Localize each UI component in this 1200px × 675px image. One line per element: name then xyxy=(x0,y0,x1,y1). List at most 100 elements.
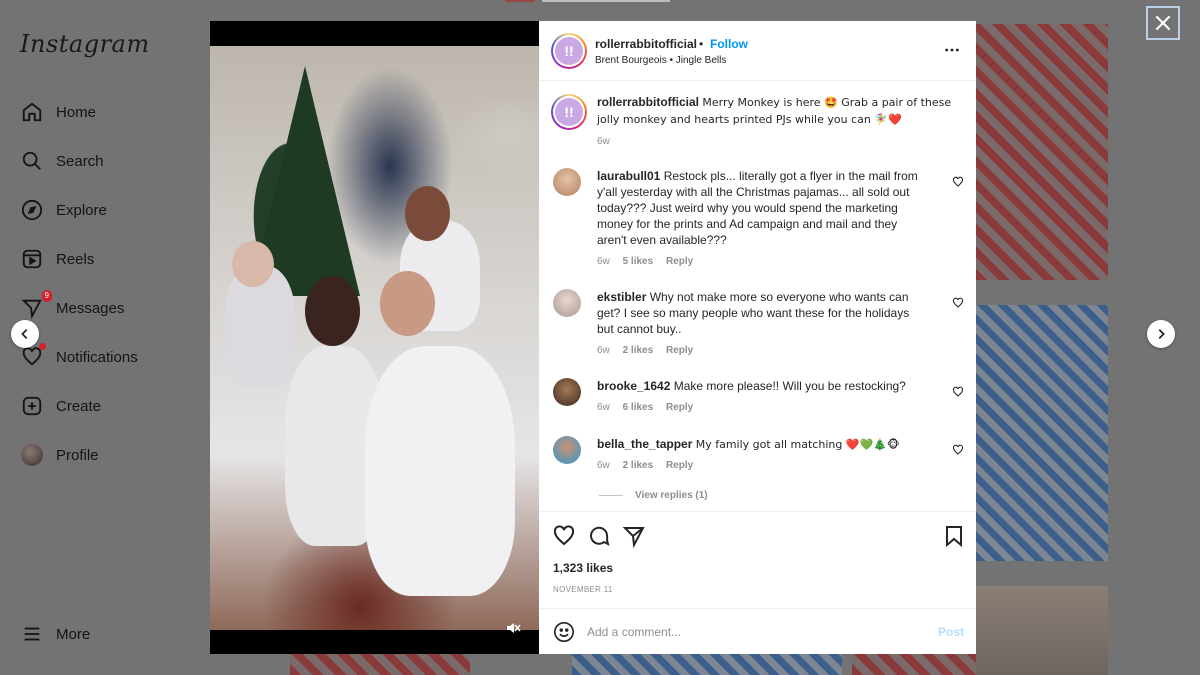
sidebar-item-explore[interactable]: Explore xyxy=(20,197,107,223)
sidebar-item-label: Messages xyxy=(56,299,125,317)
video-figure xyxy=(365,346,515,596)
commenter-avatar[interactable] xyxy=(553,378,581,406)
comment-username[interactable]: laurabull01 xyxy=(597,169,660,183)
sidebar-item-label: More xyxy=(56,625,91,643)
sidebar-item-search[interactable]: Search xyxy=(20,148,104,174)
comments-list[interactable]: !! rollerrabbitofficial Merry Monkey is … xyxy=(539,82,976,510)
grid-post-thumbnail[interactable] xyxy=(572,654,842,675)
mute-button[interactable] xyxy=(505,620,521,636)
comment-time[interactable]: 6w xyxy=(597,460,610,471)
view-replies-label: View replies (1) xyxy=(635,490,708,501)
commenter-avatar[interactable] xyxy=(553,436,581,464)
grid-post-thumbnail[interactable] xyxy=(290,654,470,675)
sidebar-item-profile[interactable]: Profile xyxy=(20,442,99,468)
comment-username[interactable]: brooke_1642 xyxy=(597,379,670,393)
next-post-button[interactable] xyxy=(1147,320,1175,348)
comment-username[interactable]: ekstibler xyxy=(597,290,646,304)
grid-post-thumbnail[interactable] xyxy=(976,305,1108,561)
author-username[interactable]: rollerrabbitofficial xyxy=(595,37,697,51)
speaker-muted-icon xyxy=(507,623,521,633)
video-figure xyxy=(305,276,360,346)
close-modal-button[interactable] xyxy=(1146,6,1180,40)
reply-button[interactable]: Reply xyxy=(666,402,693,413)
comment-likes[interactable]: 2 likes xyxy=(623,460,654,471)
comment-username[interactable]: bella_the_tapper xyxy=(597,437,692,451)
post-comment-button[interactable]: Post xyxy=(938,625,964,639)
author-avatar[interactable]: !! xyxy=(551,33,587,69)
grid-post-thumbnail[interactable] xyxy=(976,586,1108,675)
previous-post-button[interactable] xyxy=(11,320,39,348)
like-comment-heart-icon[interactable] xyxy=(952,297,964,309)
sidebar-item-reels[interactable]: Reels xyxy=(20,246,94,272)
video-figure xyxy=(380,271,435,336)
post-header: !! rollerrabbitofficial • Follow Brent B… xyxy=(539,21,976,81)
plus-square-icon xyxy=(20,394,44,418)
add-comment-bar: Post xyxy=(539,608,976,654)
video-figure xyxy=(232,241,274,287)
messages-badge: 9 xyxy=(41,290,52,302)
comment-likes[interactable]: 6 likes xyxy=(623,402,654,413)
like-comment-heart-icon[interactable] xyxy=(952,444,964,456)
chevron-right-icon xyxy=(1158,329,1165,339)
share-send-icon[interactable] xyxy=(622,524,646,548)
commenter-avatar[interactable] xyxy=(553,168,581,196)
comment-meta: 6w 2 likes Reply xyxy=(597,460,703,471)
sidebar-item-home[interactable]: Home xyxy=(20,99,96,125)
separator-dot: • xyxy=(699,37,704,51)
comment-time[interactable]: 6w xyxy=(597,345,610,356)
comment-bubble-icon[interactable] xyxy=(587,524,611,548)
reels-icon xyxy=(20,247,44,271)
caption-username[interactable]: rollerrabbitofficial xyxy=(597,95,699,109)
post-media[interactable] xyxy=(210,21,539,654)
comment-likes[interactable]: 5 likes xyxy=(623,256,654,267)
view-replies-button[interactable]: View replies (1) xyxy=(599,490,708,501)
like-heart-icon[interactable] xyxy=(552,524,576,548)
sidebar-item-label: Notifications xyxy=(56,348,138,366)
comment-body: ekstibler Why not make more so everyone … xyxy=(597,289,927,337)
more-options-button[interactable] xyxy=(943,41,961,59)
comment-meta: 6w 2 likes Reply xyxy=(597,345,703,356)
post-date[interactable]: NOVEMBER 11 xyxy=(553,585,613,594)
compass-icon xyxy=(20,198,44,222)
comment-body: bella_the_tapper My family got all match… xyxy=(597,436,927,453)
caption-time[interactable]: 6w xyxy=(597,136,610,147)
sidebar-item-more[interactable]: More xyxy=(20,621,90,647)
reply-button[interactable]: Reply xyxy=(666,345,693,356)
sidebar-item-label: Reels xyxy=(56,250,95,268)
sidebar-item-messages[interactable]: 9 Messages xyxy=(20,290,125,321)
close-icon xyxy=(1155,15,1171,31)
comment-text: My family got all matching ❤️💚🎄🐵 xyxy=(695,438,900,451)
emoji-smiley-icon[interactable] xyxy=(553,621,575,643)
post-actions: 1,323 likes NOVEMBER 11 xyxy=(539,511,976,607)
like-comment-heart-icon[interactable] xyxy=(952,176,964,188)
sidebar-item-create[interactable]: Create xyxy=(20,393,101,419)
audio-attribution[interactable]: Brent Bourgeois • Jingle Bells xyxy=(595,55,726,66)
post-video[interactable] xyxy=(210,46,539,633)
sidebar-item-notifications[interactable]: Notifications xyxy=(20,343,138,370)
reply-button[interactable]: Reply xyxy=(666,460,693,471)
comment-time[interactable]: 6w xyxy=(597,256,610,267)
comment-input[interactable] xyxy=(587,621,927,643)
instagram-logo[interactable]: Instagram xyxy=(20,30,150,58)
caption-meta: 6w xyxy=(597,136,620,147)
notification-dot xyxy=(39,343,46,350)
follow-button[interactable]: Follow xyxy=(710,37,748,51)
comment-likes[interactable]: 2 likes xyxy=(623,345,654,356)
author-avatar[interactable]: !! xyxy=(551,94,587,130)
save-bookmark-icon[interactable] xyxy=(942,524,966,548)
likes-count[interactable]: 1,323 likes xyxy=(553,561,613,575)
like-comment-heart-icon[interactable] xyxy=(952,386,964,398)
grid-post-thumbnail[interactable] xyxy=(852,654,976,675)
commenter-avatar[interactable] xyxy=(553,289,581,317)
hamburger-menu-icon xyxy=(20,622,44,646)
caption-body: rollerrabbitofficial Merry Monkey is her… xyxy=(597,94,957,128)
home-icon xyxy=(20,100,44,124)
comment-meta: 6w 6 likes Reply xyxy=(597,402,703,413)
comment-time[interactable]: 6w xyxy=(597,402,610,413)
avatar xyxy=(20,443,44,467)
grid-post-thumbnail[interactable] xyxy=(976,24,1108,280)
post-detail-panel: !! rollerrabbitofficial • Follow Brent B… xyxy=(539,21,976,654)
sidebar-item-label: Profile xyxy=(56,446,99,464)
reply-button[interactable]: Reply xyxy=(666,256,693,267)
comment-body: brooke_1642 Make more please!! Will you … xyxy=(597,378,927,394)
